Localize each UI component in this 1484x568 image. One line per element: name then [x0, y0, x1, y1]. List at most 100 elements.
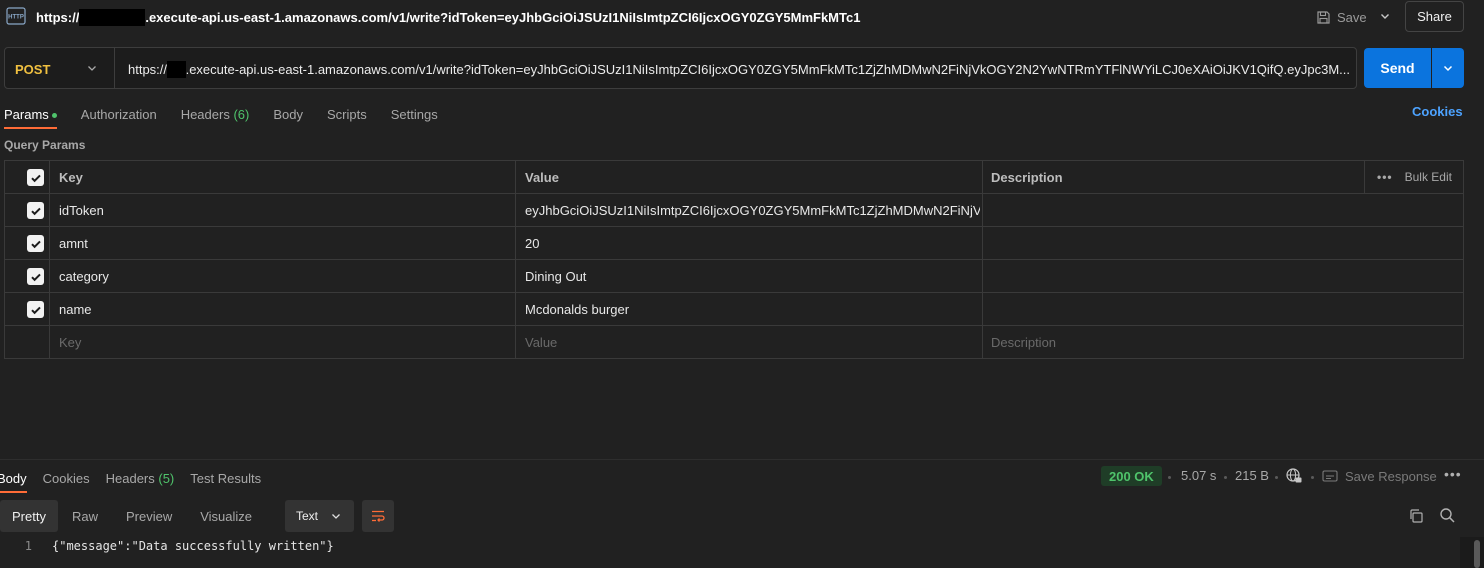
param-description[interactable] — [991, 227, 1451, 259]
tab-body[interactable]: Body — [273, 107, 303, 122]
response-time[interactable]: 5.07 s — [1181, 468, 1216, 483]
response-tab-cookies[interactable]: Cookies — [43, 471, 90, 486]
copy-icon[interactable] — [1408, 508, 1424, 524]
line-number: 1 — [24, 539, 32, 553]
bulk-edit-label: Bulk Edit — [1404, 170, 1452, 184]
save-label: Save — [1337, 9, 1367, 25]
url-input[interactable]: https:// .execute-api.us-east-1.amazonaw… — [128, 61, 1350, 78]
send-options-button[interactable] — [1432, 48, 1464, 88]
row-checkbox[interactable] — [27, 235, 44, 252]
format-tab-pretty[interactable]: Pretty — [0, 500, 58, 532]
save-response-button[interactable]: Save Response — [1322, 466, 1437, 486]
table-row: name Mcdonalds burger — [5, 293, 1463, 326]
title-url-prefix: https:// — [36, 10, 80, 25]
redacted-block — [167, 61, 186, 78]
column-header-value: Value — [525, 169, 559, 185]
new-key-input[interactable]: Key — [59, 326, 499, 358]
save-icon — [1317, 10, 1330, 24]
response-tabs: Body Cookies Headers (5) Test Results — [0, 468, 277, 493]
more-options-icon[interactable]: ••• — [1444, 466, 1462, 482]
check-icon — [30, 306, 41, 314]
save-button[interactable]: Save — [1316, 6, 1367, 28]
response-tab-body[interactable]: Body — [0, 471, 27, 493]
row-checkbox[interactable] — [27, 301, 44, 318]
network-globe-icon[interactable] — [1285, 467, 1303, 485]
save-response-icon — [1322, 470, 1338, 482]
table-row: amnt 20 — [5, 227, 1463, 260]
send-button[interactable]: Send — [1364, 48, 1431, 88]
share-button[interactable]: Share — [1405, 1, 1464, 32]
response-headers-count: (5) — [158, 470, 175, 486]
method-select[interactable]: POST — [15, 62, 50, 77]
column-header-key: Key — [59, 169, 83, 185]
param-value[interactable]: 20 — [525, 227, 980, 259]
new-value-input[interactable]: Value — [525, 326, 965, 358]
url-suffix: .execute-api.us-east-1.amazonaws.com/v1/… — [185, 62, 1350, 77]
active-indicator-dot — [51, 112, 57, 118]
separator-dot — [1311, 476, 1314, 479]
wrap-lines-icon — [372, 510, 385, 522]
http-icon: HTTP — [6, 7, 26, 25]
headers-count: (6) — [233, 106, 250, 122]
divider — [114, 48, 115, 88]
row-checkbox[interactable] — [27, 202, 44, 219]
select-all-checkbox[interactable] — [27, 169, 44, 186]
tab-scripts[interactable]: Scripts — [327, 107, 367, 122]
table-header-row: Key Value Description ••• Bulk Edit — [5, 161, 1463, 194]
tab-headers[interactable]: Headers (6) — [181, 107, 250, 122]
format-tab-visualize[interactable]: Visualize — [186, 500, 266, 532]
chevron-down-icon[interactable] — [86, 62, 98, 74]
title-url-suffix: .execute-api.us-east-1.amazonaws.com/v1/… — [145, 10, 861, 25]
response-tab-test-results[interactable]: Test Results — [190, 471, 261, 486]
tab-settings[interactable]: Settings — [391, 107, 438, 122]
format-tab-preview[interactable]: Preview — [112, 500, 186, 532]
param-value[interactable]: eyJhbGciOiJSUzI1NiIsImtpZCI6IjcxOGY0ZGY5… — [525, 194, 980, 226]
chevron-down-icon[interactable] — [1378, 9, 1392, 23]
new-description-input[interactable]: Description — [991, 326, 1451, 358]
response-body-text[interactable]: {"message":"Data successfully written"} — [52, 539, 334, 553]
response-size[interactable]: 215 B — [1235, 468, 1269, 483]
param-description[interactable] — [991, 260, 1451, 292]
table-row: category Dining Out — [5, 260, 1463, 293]
format-select-value: Text — [296, 509, 319, 523]
response-divider[interactable] — [0, 459, 1484, 460]
redacted-block — [79, 9, 146, 26]
tab-authorization[interactable]: Authorization — [81, 107, 157, 122]
bulk-edit-button[interactable]: ••• Bulk Edit — [1377, 161, 1452, 193]
separator-dot — [1168, 476, 1171, 479]
separator-dot — [1275, 476, 1278, 479]
param-key[interactable]: idToken — [59, 194, 499, 226]
chevron-down-icon — [1443, 65, 1453, 72]
row-checkbox[interactable] — [27, 268, 44, 285]
status-badge[interactable]: 200 OK — [1101, 466, 1162, 486]
url-prefix: https:// — [128, 62, 168, 77]
format-tabs: Pretty Raw Preview Visualize — [0, 500, 266, 532]
scrollbar-track — [1460, 537, 1484, 568]
response-tab-headers[interactable]: Headers (5) — [106, 471, 175, 486]
param-key[interactable]: name — [59, 293, 499, 325]
format-tab-raw[interactable]: Raw — [58, 500, 112, 532]
format-select[interactable]: Text — [285, 500, 354, 532]
wrap-lines-button[interactable] — [362, 500, 394, 532]
params-table: Key Value Description ••• Bulk Edit idTo… — [4, 160, 1464, 359]
search-icon[interactable] — [1439, 507, 1456, 524]
param-key[interactable]: amnt — [59, 227, 499, 259]
param-key[interactable]: category — [59, 260, 499, 292]
cookies-link[interactable]: Cookies — [1412, 104, 1463, 119]
tab-params-label: Params — [4, 106, 49, 122]
tab-headers-label: Headers — [180, 106, 230, 122]
response-tab-headers-label: Headers — [105, 470, 155, 486]
check-icon — [30, 273, 41, 281]
param-description[interactable] — [991, 293, 1451, 325]
check-icon — [30, 207, 41, 215]
response-body-line: 1 {"message":"Data successfully written"… — [0, 537, 334, 555]
request-title[interactable]: https:// .execute-api.us-east-1.amazonaw… — [36, 9, 860, 26]
check-icon — [30, 174, 41, 182]
svg-text:HTTP: HTTP — [8, 15, 24, 21]
param-description[interactable] — [991, 194, 1451, 226]
scrollbar-thumb[interactable] — [1474, 540, 1480, 568]
tab-params[interactable]: Params — [4, 106, 57, 129]
param-value[interactable]: Dining Out — [525, 260, 980, 292]
param-value[interactable]: Mcdonalds burger — [525, 293, 980, 325]
chevron-down-icon — [332, 514, 340, 519]
